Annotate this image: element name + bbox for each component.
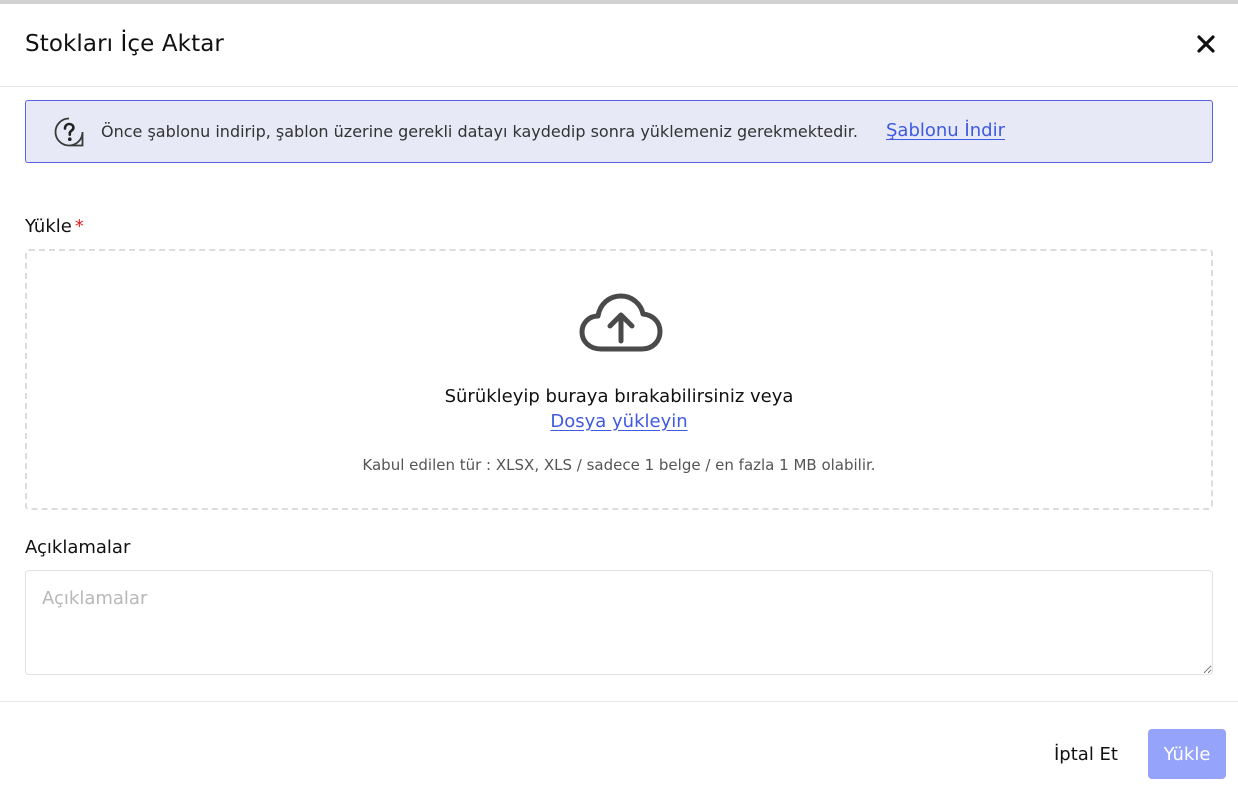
required-mark: * (74, 216, 84, 237)
info-banner-text: Önce şablonu indirip, şablon üzerine ger… (101, 122, 858, 141)
upload-label: Yükle * (25, 216, 84, 237)
modal-header: Stokları İçe Aktar (0, 4, 1238, 87)
download-template-link[interactable]: Şablonu İndir (886, 120, 1005, 141)
notes-textarea[interactable] (25, 570, 1213, 675)
dropzone-link-row: Dosya yükleyin (27, 411, 1211, 432)
modal-title: Stokları İçe Aktar (25, 31, 224, 57)
file-dropzone[interactable]: Sürükleyip buraya bırakabilirsiniz veya … (25, 249, 1213, 510)
close-icon[interactable] (1192, 30, 1220, 58)
dropzone-text: Sürükleyip buraya bırakabilirsiniz veya (444, 386, 794, 407)
dropzone-hint: Kabul edilen tür : XLSX, XLS / sadece 1 … (362, 456, 876, 474)
submit-upload-button[interactable]: Yükle (1148, 729, 1226, 779)
upload-file-link[interactable]: Dosya yükleyin (550, 411, 687, 432)
cloud-upload-icon (579, 293, 663, 355)
info-banner: Önce şablonu indirip, şablon üzerine ger… (25, 100, 1213, 163)
upload-label-text: Yükle (25, 216, 72, 237)
modal-footer: İptal Et Yükle (0, 701, 1238, 794)
cancel-button[interactable]: İptal Et (1040, 729, 1132, 779)
question-circle-icon (53, 116, 85, 148)
notes-label: Açıklamalar (25, 537, 131, 558)
